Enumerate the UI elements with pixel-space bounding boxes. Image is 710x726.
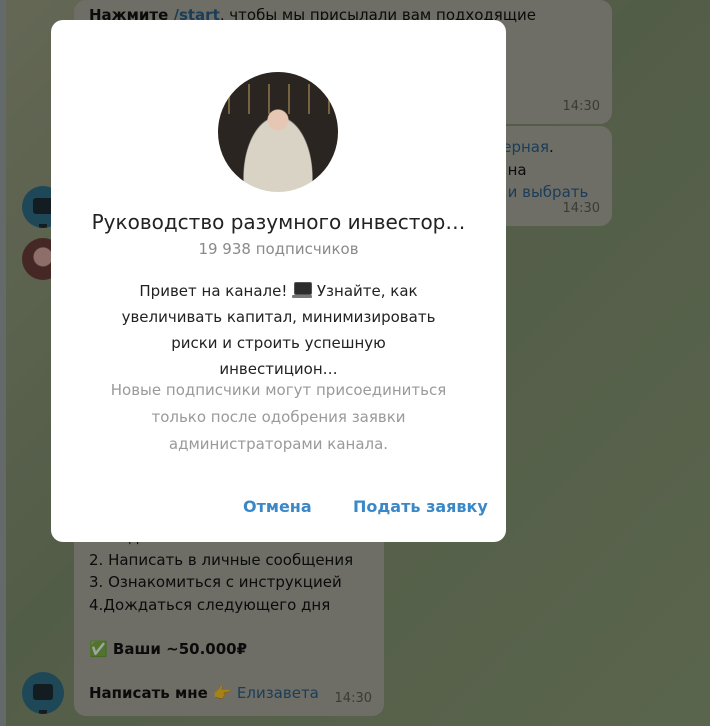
join-channel-dialog: Руководство разумного инвестор… 19 938 п… xyxy=(51,20,506,542)
channel-avatar xyxy=(218,72,338,192)
description-text: Привет на канале! xyxy=(139,282,293,300)
submit-request-button[interactable]: Подать заявку xyxy=(347,496,494,517)
laptop-icon xyxy=(292,282,313,298)
cancel-button[interactable]: Отмена xyxy=(237,496,318,517)
subscriber-count: 19 938 подписчиков xyxy=(198,240,359,258)
channel-title: Руководство разумного инвестор… xyxy=(91,210,466,234)
channel-description: Привет на канале! Узнайте, как увеличива… xyxy=(113,278,444,382)
approval-note: Новые подписчики могут присоединиться то… xyxy=(110,381,447,453)
